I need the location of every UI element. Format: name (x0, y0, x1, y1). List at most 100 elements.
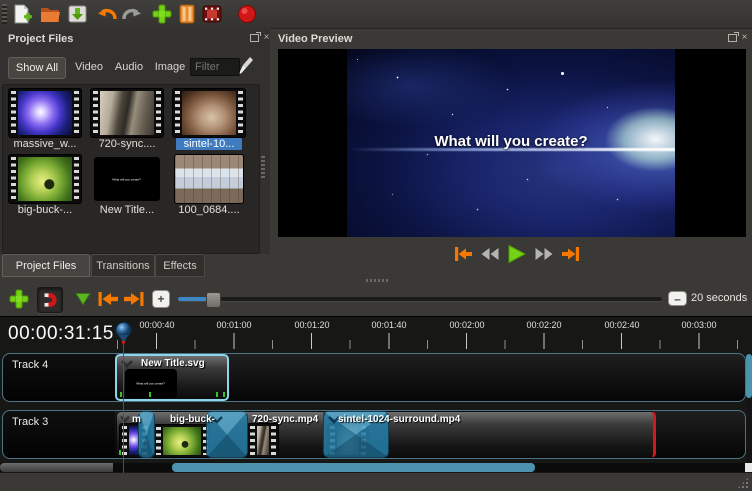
timeline: 00:00:31:15 00:00:40 00:01:00 00:01:20 0… (0, 316, 752, 473)
newtitle-thumb-caption: What will you create? (113, 177, 142, 180)
file-thumbnail-sintel[interactable] (173, 89, 245, 137)
ruler-mark: 00:02:20 (526, 320, 561, 330)
timeline-ruler[interactable]: 00:00:31:15 00:00:40 00:01:00 00:01:20 0… (0, 317, 752, 351)
center-on-playhead-button[interactable]: + (152, 290, 170, 308)
project-files-panel-title: Project Files (8, 33, 73, 45)
file-thumbnail-newtitle[interactable]: What will you create? (94, 157, 160, 201)
file-thumbnail-100-0684[interactable] (175, 155, 243, 203)
clip-label: 720-sync.mp4 (252, 414, 318, 425)
razor-tool-button[interactable] (71, 287, 95, 311)
clear-filter-button[interactable] (238, 56, 254, 81)
track-3[interactable]: Track 3 m big-buck- 720-sync.mp4 (2, 410, 746, 459)
profile-filmstrip-icon (178, 4, 196, 24)
magnet-icon (41, 291, 59, 309)
playhead-line (123, 343, 124, 473)
ruler-mark: 00:02:00 (449, 320, 484, 330)
snapping-toggle-button[interactable] (37, 287, 63, 313)
bigbuck-thumb-image (18, 157, 72, 201)
file-label[interactable]: 720-sync.... (87, 138, 167, 150)
scrollbar-corner (745, 463, 752, 472)
zoom-slider-track[interactable] (178, 297, 662, 301)
rewind-button[interactable] (479, 244, 501, 264)
clip-label: New Title.svg (141, 358, 205, 369)
file-label[interactable]: New Title... (87, 204, 167, 216)
timeline-vertical-scrollbar[interactable] (746, 353, 752, 463)
undock-panel-icon[interactable] (250, 34, 259, 42)
playhead-marker[interactable] (115, 322, 132, 352)
jump-to-end-button[interactable] (560, 244, 582, 264)
undock-preview-icon[interactable] (728, 34, 737, 42)
new-project-icon (12, 4, 32, 24)
undo-icon (96, 4, 118, 24)
preview-timeline-splitter-handle[interactable] (366, 279, 388, 282)
starfield (357, 59, 358, 60)
main-toolbar (0, 0, 752, 29)
project-files-panel: Project Files × Show All Video Audio Ima… (0, 28, 270, 254)
timeline-horizontal-scrollbar[interactable] (0, 463, 746, 472)
clip-label: m (132, 414, 141, 425)
effect-indicator (216, 392, 218, 397)
effect-indicator (120, 392, 122, 397)
import-files-button[interactable] (150, 2, 174, 26)
tab-effects[interactable]: Effects (155, 254, 205, 277)
next-marker-button[interactable] (122, 287, 146, 311)
tab-project-files[interactable]: Project Files (2, 254, 90, 277)
zoom-out-button[interactable]: – (668, 291, 687, 306)
file-thumbnail-720sync[interactable] (91, 89, 163, 137)
save-project-button[interactable] (65, 2, 89, 26)
fast-forward-button[interactable] (533, 244, 555, 264)
tab-transitions[interactable]: Transitions (91, 254, 155, 277)
save-project-icon (67, 4, 88, 24)
clip-new-title[interactable]: New Title.svg What will you create? (115, 354, 229, 401)
razor-icon (74, 291, 92, 307)
file-label[interactable]: massive_w... (5, 138, 85, 150)
file-label-selected[interactable]: sintel-10... (176, 138, 242, 150)
filter-show-all-button[interactable]: Show All (8, 57, 66, 79)
panel-splitter-handle[interactable] (261, 156, 265, 178)
track-4-name: Track 4 (12, 359, 48, 371)
track-4[interactable]: Track 4 New Title.svg What will you crea… (2, 353, 746, 402)
effect-indicator (223, 392, 225, 397)
jump-to-start-button[interactable] (452, 244, 474, 264)
filter-input[interactable] (190, 58, 240, 76)
vscroll-thumb[interactable] (746, 354, 752, 398)
export-video-button[interactable] (200, 2, 224, 26)
file-label[interactable]: 100_0684.... (169, 204, 249, 216)
ruler-mark: 00:02:40 (604, 320, 639, 330)
clip-label: big-buck- (170, 414, 215, 425)
video-caption: What will you create? (347, 133, 675, 150)
ruler-mark: 00:01:40 (371, 320, 406, 330)
video-preview-area: What will you create? (278, 49, 746, 237)
close-preview-icon[interactable]: × (740, 33, 749, 42)
massive-thumb-image (18, 91, 72, 135)
add-track-button[interactable] (7, 287, 31, 311)
zoom-slider-handle[interactable] (206, 292, 221, 308)
ruler-mark: 00:01:00 (216, 320, 251, 330)
previous-marker-button[interactable] (96, 287, 120, 311)
rewind-icon (480, 246, 500, 262)
record-button[interactable] (235, 2, 259, 26)
undo-button[interactable] (95, 2, 119, 26)
filter-audio-button[interactable]: Audio (110, 57, 148, 77)
track-3-name: Track 3 (12, 416, 48, 428)
hscroll-thumb[interactable] (172, 463, 535, 472)
window-resize-grip[interactable] (737, 477, 749, 489)
new-project-button[interactable] (10, 2, 34, 26)
file-label[interactable]: big-buck-... (5, 204, 85, 216)
open-project-button[interactable] (38, 2, 62, 26)
clip-thumbnail: What will you create? (125, 369, 177, 398)
redo-button[interactable] (120, 2, 144, 26)
export-video-icon (202, 4, 222, 24)
clip-thumbnail (154, 425, 210, 457)
play-button[interactable] (504, 244, 530, 264)
filter-video-button[interactable]: Video (71, 57, 107, 77)
record-icon (237, 4, 257, 24)
fast-forward-icon (534, 246, 554, 262)
ruler-mark: 00:03:00 (681, 320, 716, 330)
file-thumbnail-massive[interactable] (9, 89, 81, 137)
file-thumbnail-bigbuck[interactable] (9, 155, 81, 203)
filter-image-button[interactable]: Image (151, 57, 189, 77)
video-frame: What will you create? (347, 49, 675, 237)
choose-profile-button[interactable] (175, 2, 199, 26)
toolbar-drag-handle[interactable] (2, 4, 7, 24)
